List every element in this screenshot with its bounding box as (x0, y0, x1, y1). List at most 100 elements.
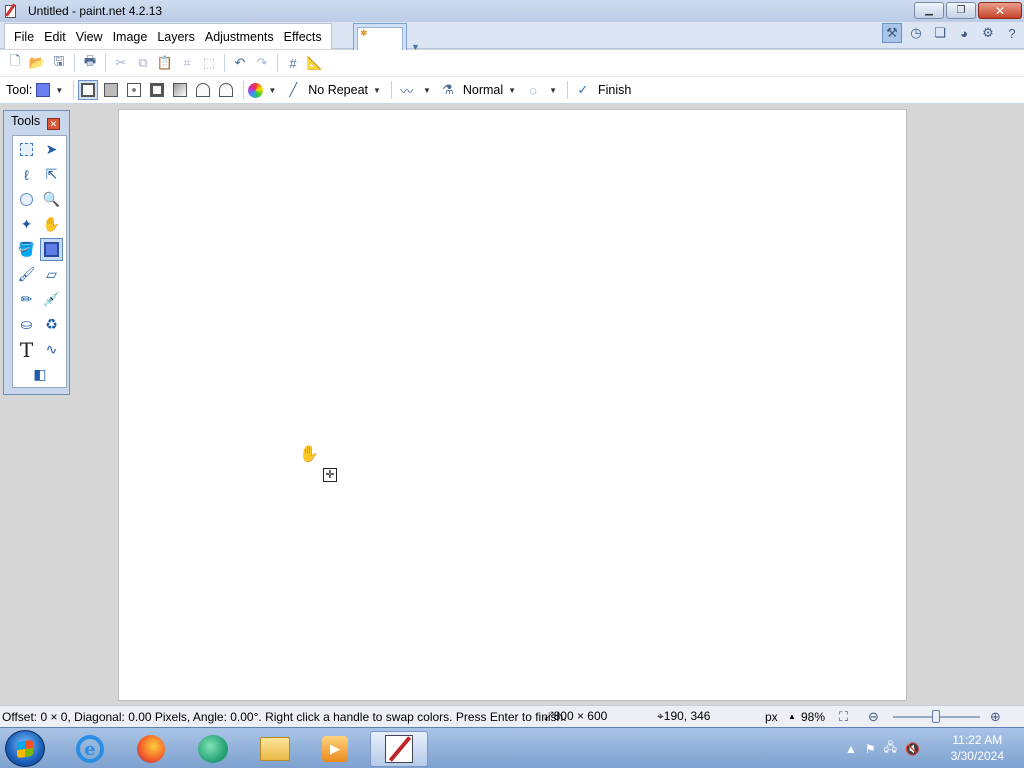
units-chevron-up-icon[interactable]: ▲ (788, 712, 796, 721)
repeat-mode-select[interactable]: No Repeat (308, 83, 368, 97)
cut-icon[interactable]: ✂ (110, 52, 132, 74)
rulers-icon[interactable]: 📐 (304, 52, 326, 74)
action-center-flag-icon[interactable]: ⚑ (865, 742, 876, 756)
draw-filled-shape-with-outline-button[interactable] (124, 80, 144, 100)
units-select[interactable]: px (765, 710, 778, 724)
new-file-icon[interactable]: 🗋 (4, 52, 26, 74)
print-icon[interactable]: 🖶 (79, 52, 101, 74)
line-curve-tool-icon[interactable]: ∿ (40, 338, 63, 361)
curve-style-chevron-icon[interactable]: ▼ (423, 86, 431, 95)
start-button[interactable] (5, 730, 45, 767)
tool-dropdown-chevron-icon[interactable]: ▼ (55, 86, 63, 95)
minimize-button[interactable]: ▁ (914, 2, 944, 19)
save-icon[interactable]: 🖫 (48, 52, 70, 74)
image-size-value: 800 × 600 (553, 709, 608, 723)
window-controls: ▁ ❐ ✕ (914, 2, 1022, 19)
undo-icon[interactable]: ↶ (229, 52, 251, 74)
network-icon[interactable]: 🖧 (884, 738, 897, 759)
grid-icon[interactable]: # (282, 52, 304, 74)
curve-style-icon[interactable]: 〰 (396, 79, 418, 101)
image-canvas[interactable] (119, 110, 906, 700)
ellipse-select-tool-icon[interactable] (15, 188, 38, 211)
zoom-in-icon[interactable]: ⊕ (990, 709, 1001, 725)
status-message: Offset: 0 × 0, Diagonal: 0.00 Pixels, An… (2, 709, 567, 724)
paintbrush-tool-icon[interactable]: 🖌 (15, 263, 38, 286)
menu-view[interactable]: View (71, 25, 108, 49)
color-dropdown-chevron-icon[interactable]: ▼ (268, 86, 276, 95)
crop-to-selection-icon[interactable]: ⌗ (176, 52, 198, 74)
copy-icon[interactable]: ⧉ (132, 52, 154, 74)
shape-type-rounded-button[interactable] (193, 80, 213, 100)
colors-window-toggle-icon[interactable]: ◕ (954, 23, 974, 43)
pencil-tool-icon[interactable]: ✏ (15, 288, 38, 311)
media-player-icon: ▶ (322, 736, 348, 762)
zoom-level[interactable]: 98% (801, 710, 825, 724)
menu-file[interactable]: File (9, 25, 39, 49)
help-icon[interactable]: ? (1002, 23, 1022, 43)
deselect-icon[interactable]: ⬚ (198, 52, 220, 74)
taskbar-media-player[interactable]: ▶ (309, 731, 361, 767)
zoom-to-window-icon[interactable]: ⛶ (839, 709, 848, 725)
menu-image[interactable]: Image (108, 25, 153, 49)
blend-mode-select[interactable]: Normal (463, 83, 503, 97)
system-tray: ▲ ⚑ 🖧 🔇 (845, 728, 920, 768)
zoom-slider-thumb[interactable] (932, 710, 940, 723)
shape-type-arc-button[interactable] (216, 80, 236, 100)
settings-gear-icon[interactable]: ⚙ (978, 23, 998, 43)
blend-mode-chevron-icon[interactable]: ▼ (508, 86, 516, 95)
paint-bucket-tool-icon[interactable]: 🪣 (15, 238, 38, 261)
zoom-tool-icon[interactable]: 🔍 (40, 188, 63, 211)
rectangle-select-tool-icon[interactable] (15, 138, 38, 161)
gradient-shapes-tool-icon[interactable]: ◧ (15, 363, 65, 386)
taskbar-file-explorer[interactable] (249, 731, 301, 767)
menu-effects[interactable]: Effects (279, 25, 327, 49)
close-button[interactable]: ✕ (978, 2, 1022, 19)
draw-filled-shape-button[interactable] (101, 80, 121, 100)
chat-app-icon (198, 735, 228, 763)
menu-adjustments[interactable]: Adjustments (200, 25, 279, 49)
taskbar-chat-app[interactable] (187, 731, 239, 767)
color-wheel-icon[interactable] (248, 82, 264, 98)
selection-mode-chevron-icon[interactable]: ▼ (549, 86, 557, 95)
move-selected-pixels-tool-icon[interactable]: ➤ (40, 138, 63, 161)
open-folder-icon[interactable]: 📂 (26, 52, 48, 74)
shape-move-handle-icon[interactable]: ✛ (323, 468, 337, 482)
volume-muted-icon[interactable]: 🔇 (905, 742, 920, 756)
lasso-select-tool-icon[interactable]: ℓ (15, 163, 38, 186)
pan-tool-icon[interactable]: ✋ (40, 213, 63, 236)
menu-layers[interactable]: Layers (152, 25, 200, 49)
antialiasing-button[interactable] (170, 80, 190, 100)
taskbar-clock[interactable]: 11:22 AM 3/30/2024 (951, 732, 1004, 764)
history-window-toggle-icon[interactable]: ◷ (906, 23, 926, 43)
finish-button[interactable]: Finish (598, 83, 631, 97)
show-hidden-icons-chevron-icon[interactable]: ▲ (845, 742, 857, 756)
redo-icon[interactable]: ↷ (251, 52, 273, 74)
tools-window-toggle-icon[interactable]: ⚒ (882, 23, 902, 43)
taskbar-internet-explorer[interactable]: e (64, 731, 116, 767)
layers-window-toggle-icon[interactable]: ❏ (930, 23, 950, 43)
magic-wand-tool-icon[interactable]: ✦ (15, 213, 38, 236)
taskbar-paintnet[interactable] (370, 731, 428, 767)
maximize-button[interactable]: ❐ (946, 2, 976, 19)
color-picker-tool-icon[interactable]: 💉 (40, 288, 63, 311)
clone-stamp-tool-icon[interactable]: ⛀ (15, 313, 38, 336)
blend-mode-flask-icon: ⚗ (442, 82, 454, 97)
taskbar-firefox[interactable] (125, 731, 177, 767)
tools-grid: ➤ ℓ ⇱ 🔍 ✦ ✋ 🪣 🖌 ▱ ✏ 💉 ⛀ ♻ T ∿ ◧ (12, 135, 67, 388)
brush-width-button[interactable] (147, 80, 167, 100)
shapes-tool-icon[interactable] (40, 238, 63, 261)
menu-edit[interactable]: Edit (39, 25, 71, 49)
text-tool-icon[interactable]: T (15, 338, 38, 362)
paste-icon[interactable]: 📋 (154, 52, 176, 74)
recolor-tool-icon[interactable]: ♻ (40, 313, 63, 336)
current-tool-shape-icon[interactable] (36, 83, 51, 97)
paintnet-app-icon[interactable] (4, 3, 20, 19)
firefox-icon (137, 735, 165, 763)
tools-window-close-icon[interactable]: ✕ (47, 118, 60, 130)
draw-shape-outline-button[interactable] (78, 80, 99, 100)
selection-mode-icon[interactable]: ◌ (522, 79, 544, 101)
eraser-tool-icon[interactable]: ▱ (40, 263, 63, 286)
zoom-out-icon[interactable]: ⊖ (868, 709, 879, 725)
repeat-mode-chevron-icon[interactable]: ▼ (373, 86, 381, 95)
move-selection-tool-icon[interactable]: ⇱ (40, 163, 63, 186)
